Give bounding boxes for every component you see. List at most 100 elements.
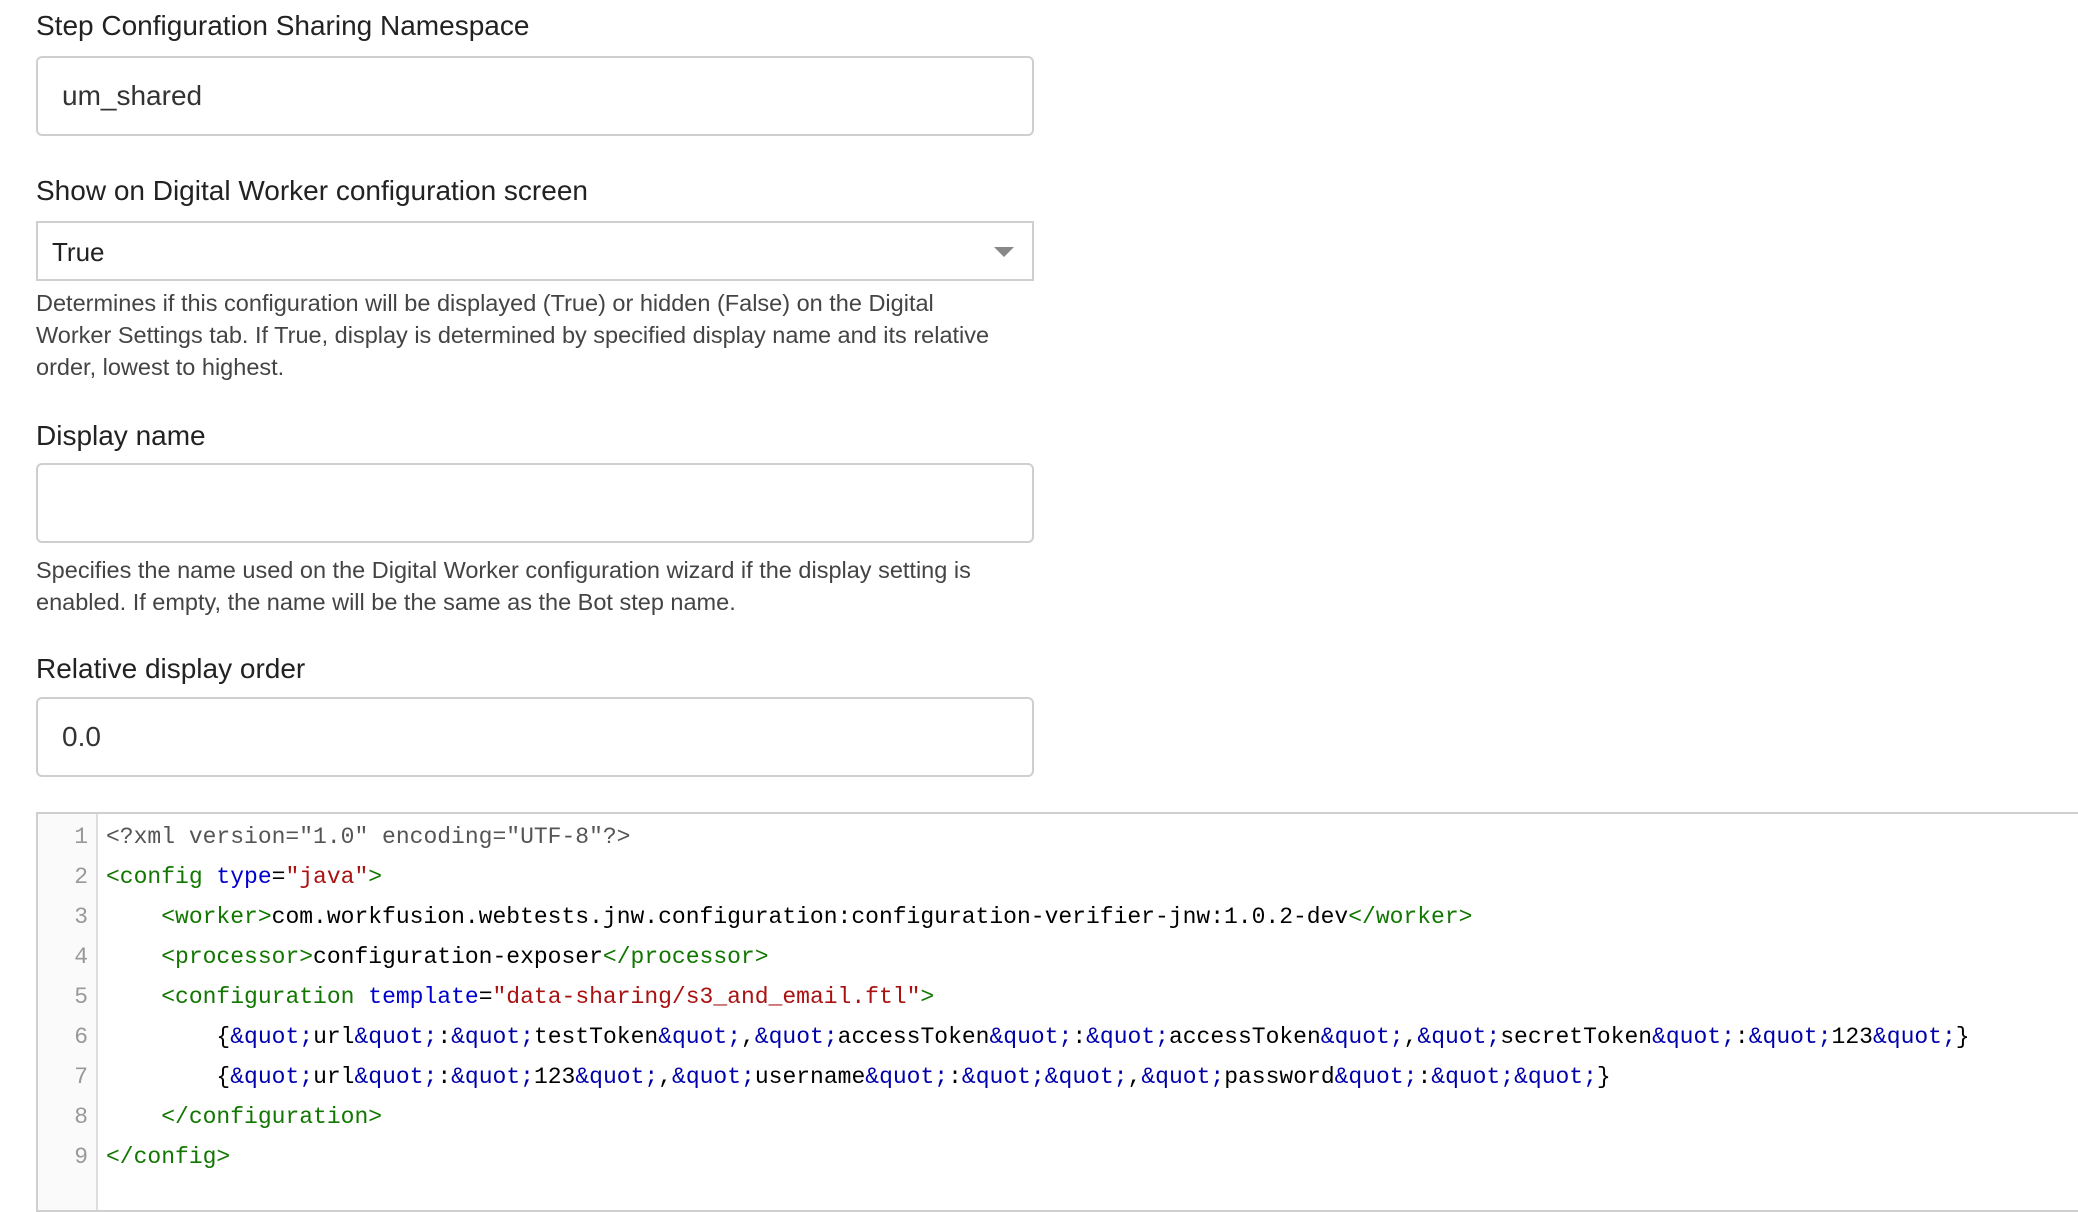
show-on-screen-select[interactable]: True: [36, 221, 1034, 281]
line-number: 7: [74, 1064, 88, 1090]
line-number: 6: [74, 1024, 88, 1050]
xml-code-editor[interactable]: 123456789 <?xml version="1.0" encoding="…: [36, 812, 2078, 1212]
code-token: <?xml version="1.0" encoding="UTF-8"?>: [106, 824, 631, 850]
code-token: &quot;: [1652, 1024, 1735, 1050]
code-line: <worker>com.workfusion.webtests.jnw.conf…: [106, 904, 1472, 930]
code-token: =: [271, 864, 286, 890]
code-token: url: [313, 1064, 355, 1090]
line-number: 8: [74, 1104, 88, 1130]
code-token: password: [1224, 1064, 1335, 1090]
code-token: <worker>: [161, 904, 272, 930]
code-token: :: [948, 1064, 962, 1090]
code-token: &quot;: [672, 1064, 755, 1090]
code-token: &quot;: [230, 1064, 314, 1090]
code-line: {&quot;url&quot;:&quot;testToken&quot;,&…: [106, 1024, 1969, 1050]
code-token: &quot;: [1417, 1024, 1501, 1050]
code-line: <processor>configuration-exposer</proces…: [106, 944, 769, 970]
code-token: &quot;: [354, 1024, 438, 1050]
code-token: secretToken: [1500, 1024, 1653, 1050]
show-on-screen-help-line-2: Worker Settings tab. If True, display is…: [36, 322, 990, 348]
show-on-screen-help-line-3: order, lowest to highest.: [36, 354, 285, 380]
code-token: testToken: [533, 1024, 659, 1050]
code-token: :: [1417, 1064, 1432, 1090]
display-name-label: Display name: [36, 420, 206, 451]
display-name-help-line-1: Specifies the name used on the Digital W…: [36, 557, 971, 583]
code-line: </configuration>: [106, 1104, 382, 1130]
code-token: &quot;: [989, 1024, 1073, 1050]
code-token: &quot;: [1872, 1024, 1956, 1050]
code-token: &quot;: [575, 1064, 659, 1090]
code-token: }: [1596, 1064, 1611, 1090]
code-token: ,: [741, 1024, 755, 1050]
display-order-label: Relative display order: [36, 653, 306, 684]
namespace-input[interactable]: [36, 56, 1034, 136]
code-token: "data-sharing/s3_and_email.ftl": [492, 984, 921, 1010]
code-token: &quot;: [1748, 1024, 1832, 1050]
code-token: &quot;: [354, 1064, 438, 1090]
code-token: accessToken: [1168, 1024, 1321, 1050]
code-line: <?xml version="1.0" encoding="UTF-8"?>: [106, 824, 631, 850]
code-token: <processor>: [161, 944, 314, 970]
display-name-help-line-2: enabled. If empty, the name will be the …: [36, 589, 736, 615]
code-token: &quot;: [865, 1064, 949, 1090]
code-token: configuration-exposer: [313, 944, 603, 970]
code-token: &quot;: [1086, 1024, 1169, 1050]
code-token: type: [216, 864, 272, 890]
line-number: 5: [74, 984, 88, 1010]
code-token: com.workfusion.webtests.jnw.configuratio…: [271, 904, 1349, 930]
code-token: </configuration>: [161, 1104, 383, 1130]
code-token: :: [437, 1064, 452, 1090]
code-token: :: [1734, 1024, 1749, 1050]
code-token: &quot;: [961, 1064, 1045, 1090]
code-token: &quot;: [451, 1024, 534, 1050]
display-name-help: Specifies the name used on the Digital W…: [36, 554, 1046, 618]
line-number: 4: [74, 944, 88, 970]
code-token: ,: [1403, 1024, 1418, 1050]
code-line: {&quot;url&quot;:&quot;123&quot;,&quot;u…: [106, 1064, 1611, 1090]
code-token: &quot;: [1514, 1064, 1597, 1090]
code-token: &quot;: [1334, 1064, 1418, 1090]
code-line: </config>: [106, 1144, 230, 1170]
code-token: template: [368, 984, 479, 1010]
code-token: </processor>: [602, 944, 769, 970]
code-token: url: [313, 1024, 355, 1050]
code-token: >: [368, 864, 383, 890]
code-token: &quot;: [1044, 1064, 1128, 1090]
code-token: ,: [658, 1064, 673, 1090]
code-token: {: [106, 1064, 231, 1090]
chevron-down-icon: [994, 247, 1014, 257]
namespace-label: Step Configuration Sharing Namespace: [36, 10, 530, 41]
show-on-screen-help-line-1: Determines if this configuration will be…: [36, 290, 934, 316]
code-line: <configuration template="data-sharing/s3…: [106, 984, 934, 1010]
code-token: =: [478, 984, 493, 1010]
show-on-screen-help: Determines if this configuration will be…: [36, 287, 1046, 383]
code-token: <configuration: [161, 984, 369, 1010]
code-token: </worker>: [1348, 904, 1473, 930]
line-number: 1: [74, 824, 88, 850]
display-name-input[interactable]: [36, 463, 1034, 543]
line-number: 2: [74, 864, 88, 890]
code-token: &quot;: [230, 1024, 314, 1050]
code-token: &quot;: [1320, 1024, 1404, 1050]
code-token: &quot;: [1431, 1064, 1515, 1090]
code-token: ,: [1127, 1064, 1142, 1090]
display-order-input[interactable]: [36, 697, 1034, 777]
code-token: accessToken: [837, 1024, 990, 1050]
code-token: 123: [533, 1064, 576, 1090]
code-token: <config: [106, 864, 217, 890]
code-token: &quot;: [658, 1024, 742, 1050]
code-token: :: [1072, 1024, 1087, 1050]
show-on-screen-label: Show on Digital Worker configuration scr…: [36, 175, 588, 206]
code-token: </config>: [106, 1144, 231, 1170]
code-token: 123: [1831, 1024, 1873, 1050]
code-token: &quot;: [754, 1024, 838, 1050]
code-line: <config type="java">: [106, 864, 382, 890]
code-token: &quot;: [1141, 1064, 1225, 1090]
show-on-screen-selected-value: True: [52, 237, 105, 267]
line-number: 3: [74, 904, 88, 930]
code-token: username: [754, 1064, 866, 1090]
